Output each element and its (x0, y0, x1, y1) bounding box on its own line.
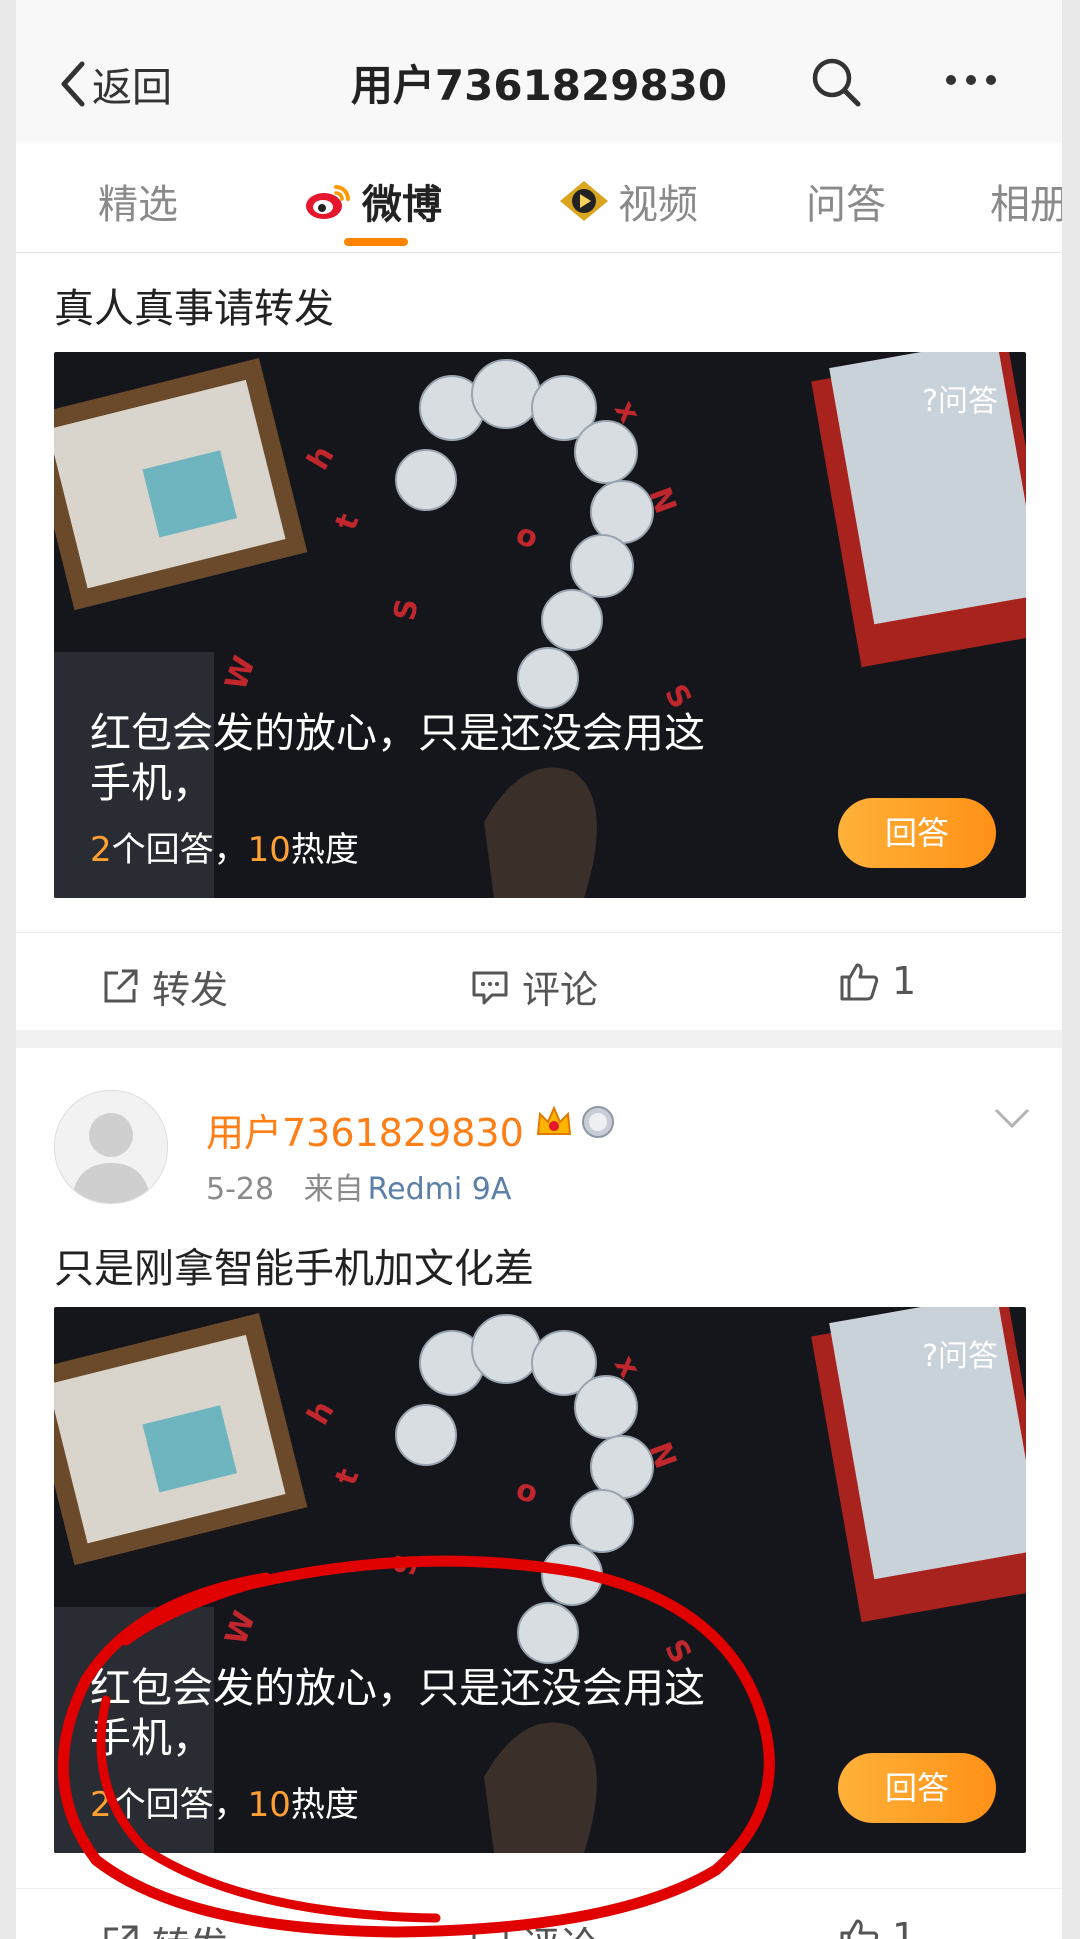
comment-button[interactable]: 评论 (470, 1915, 598, 1939)
avatar[interactable] (54, 1090, 168, 1204)
comment-icon (472, 1927, 508, 1939)
vip-crown-icon (536, 1105, 572, 1135)
top-nav-bar: 返回 用户7361829830 (16, 0, 1062, 142)
tab-label: 问答 (806, 182, 886, 228)
tab-video[interactable]: 视频 (558, 172, 698, 230)
watermark-text: @郑昀 (992, 1902, 1062, 1932)
tab-weibo[interactable]: 微博 (304, 172, 442, 230)
qa-stats: 2个回答，10热度 (90, 1777, 359, 1826)
answers-label: 个回答， (111, 1785, 248, 1825)
comment-button[interactable]: 评论 (470, 959, 598, 1014)
tab-label: 微博 (362, 182, 442, 228)
like-count: 1 (892, 1915, 917, 1939)
tab-featured[interactable]: 精选 (98, 172, 178, 230)
profile-tabs: 精选 微博 视频 问答 相册 (16, 142, 1062, 253)
search-icon (812, 58, 861, 107)
post-actions: 转发 评论 1 (16, 1888, 1062, 1939)
video-icon (560, 181, 608, 221)
post-date: 5-28 (206, 1172, 275, 1207)
repost-button[interactable]: 转发 (100, 1915, 228, 1939)
screenshot-border-right (1062, 0, 1080, 1939)
qa-stats: 2个回答，10热度 (90, 822, 359, 871)
like-button[interactable]: 1 (838, 1915, 916, 1939)
post-divider (16, 1030, 1062, 1048)
tab-qa[interactable]: 问答 (806, 172, 886, 230)
from-label: 来自 (303, 1172, 364, 1207)
screenshot-border-left (0, 0, 16, 1939)
tab-label: 相册 (990, 182, 1062, 228)
watermark: @郑昀 (958, 1896, 1062, 1933)
user-badges (534, 1104, 616, 1140)
post-device[interactable]: Redmi 9A (368, 1172, 512, 1207)
like-button[interactable]: 1 (838, 959, 916, 1003)
weibo-logo-icon (958, 1908, 983, 1927)
post-author-name[interactable]: 用户7361829830 (206, 1102, 524, 1157)
active-tab-indicator (344, 238, 408, 246)
app-screen: 返回 用户7361829830 精选 微博 视频 问答 相册 真人真事请转发 h… (16, 0, 1062, 1939)
answer-button[interactable]: 回答 (838, 798, 996, 868)
qa-badge: ?问答 (922, 1339, 998, 1374)
repost-icon (104, 969, 138, 1002)
question-text: 红包会发的放心，只是还没会用这手机， (90, 709, 705, 807)
post-meta: 5-28 来自 Redmi 9A (206, 1164, 511, 1208)
tab-label: 精选 (98, 182, 178, 228)
chevron-down-icon[interactable] (992, 1106, 1032, 1130)
repost-label: 转发 (152, 968, 229, 1012)
default-avatar-icon (55, 1091, 167, 1203)
tab-label: 视频 (618, 182, 698, 228)
more-button[interactable] (936, 60, 1006, 100)
repost-icon (104, 1925, 138, 1939)
search-button[interactable] (808, 54, 864, 110)
comment-label: 评论 (522, 1915, 598, 1939)
comment-label: 评论 (522, 968, 599, 1012)
like-count: 1 (892, 959, 917, 1003)
comment-icon (472, 971, 508, 1004)
answer-medal-icon (582, 1106, 614, 1138)
heat-label: 热度 (290, 830, 359, 870)
post-text: 只是刚拿智能手机加文化差 (54, 1246, 534, 1292)
repost-button[interactable]: 转发 (100, 959, 228, 1014)
post-actions: 转发 评论 1 (16, 932, 1062, 1025)
page-title: 用户7361829830 (350, 61, 728, 110)
heat-count: 10 (247, 1785, 291, 1825)
heat-label: 热度 (290, 1785, 359, 1825)
answers-count: 2 (90, 1785, 112, 1825)
answers-count: 2 (90, 830, 112, 870)
thumbs-up-icon (840, 1919, 879, 1939)
qa-badge: ?问答 (922, 384, 998, 419)
heat-count: 10 (247, 830, 291, 870)
answers-label: 个回答， (111, 830, 248, 870)
thumbs-up-icon (840, 963, 879, 1001)
tab-album[interactable]: 相册 (990, 172, 1062, 230)
post-text: 真人真事请转发 (54, 286, 334, 332)
question-text: 红包会发的放心，只是还没会用这手机， (90, 1664, 705, 1762)
answer-button[interactable]: 回答 (838, 1753, 996, 1823)
qa-card[interactable]: h t x N S W S o ?问答 红包会发的放心，只是还没会用这手机， 2… (54, 1307, 1026, 1853)
more-icon (946, 75, 996, 85)
repost-label: 转发 (152, 1915, 228, 1939)
qa-card[interactable]: h t x N S W S o ?问答 红包会发的放心，只是还没会用这手机， 2… (54, 352, 1026, 898)
weibo-logo-icon (306, 185, 350, 219)
